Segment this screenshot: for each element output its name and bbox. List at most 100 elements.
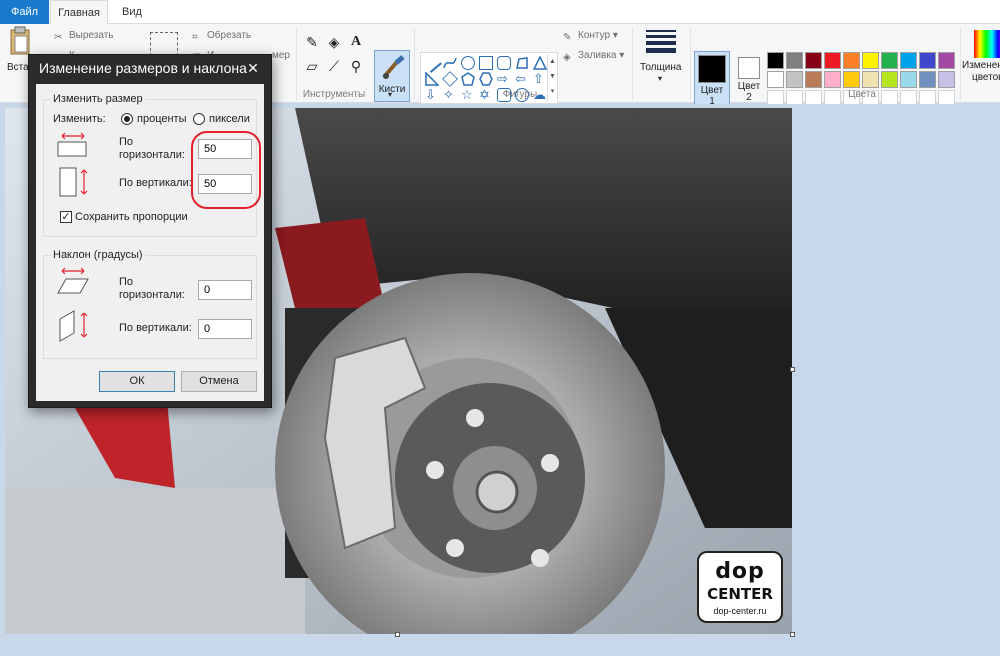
palette-color-swatch[interactable]	[805, 52, 822, 69]
brush-icon	[382, 55, 405, 79]
palette-color-swatch[interactable]	[919, 52, 936, 69]
color1-button[interactable]: Цвет 1	[694, 51, 730, 107]
crop-label: Обрезать	[207, 30, 252, 41]
percent-radio[interactable]	[121, 113, 133, 125]
palette-color-swatch[interactable]	[805, 71, 822, 88]
logo-text-center: CENTER	[707, 585, 773, 603]
pixels-label[interactable]: пиксели	[209, 113, 250, 125]
color2-swatch	[738, 57, 760, 79]
thickness-button[interactable]: Толщина ▾	[638, 26, 686, 102]
fill-icon: ◈	[563, 52, 571, 63]
pentagon-shape-icon[interactable]	[461, 72, 475, 86]
palette-color-swatch[interactable]	[900, 71, 917, 88]
watermark-logo: dop CENTER dop-center.ru	[697, 551, 783, 623]
resize-skew-dialog: Изменение размеров и наклона ✕ Изменить …	[28, 54, 272, 408]
logo-text-dop: dop	[715, 559, 765, 584]
tab-home[interactable]: Главная	[50, 0, 108, 25]
crop-button[interactable]: ⌗ Обрезать	[192, 28, 251, 44]
palette-color-swatch[interactable]	[938, 71, 955, 88]
crop-icon: ⌗	[192, 32, 198, 43]
ribbon-tab-bar: Файл Главная Вид	[0, 0, 1000, 25]
cut-button[interactable]: ✂ Вырезать	[54, 28, 113, 44]
chevron-down-icon[interactable]: ▾	[388, 90, 392, 99]
edit-colors-button[interactable]: Изменение цветов	[962, 26, 1000, 102]
magnifier-icon[interactable]: ⚲	[346, 56, 366, 76]
thickness-label: Толщина	[640, 62, 682, 73]
curve-shape-icon[interactable]	[443, 56, 457, 70]
palette-color-swatch[interactable]	[824, 71, 841, 88]
fill-button[interactable]: ◈ Заливка ▾	[563, 48, 624, 64]
palette-color-swatch[interactable]	[786, 71, 803, 88]
hexagon-shape-icon[interactable]	[479, 72, 493, 86]
color2-label-a: Цвет	[737, 81, 761, 92]
palette-color-swatch[interactable]	[843, 71, 860, 88]
palette-color-swatch[interactable]	[919, 71, 936, 88]
close-icon[interactable]: ✕	[241, 58, 265, 78]
palette-color-swatch[interactable]	[767, 52, 784, 69]
color2-button[interactable]: Цвет 2	[731, 51, 767, 107]
right-triangle-shape-icon[interactable]	[425, 71, 440, 86]
thickness-icon	[646, 30, 676, 53]
resize-handle-bottom[interactable]	[395, 632, 400, 637]
arrow-up-shape-icon[interactable]: ⇧	[533, 72, 547, 86]
pencil-icon[interactable]: ✎	[302, 32, 322, 52]
ok-button[interactable]: ОК	[99, 371, 175, 392]
palette-color-swatch[interactable]	[862, 71, 879, 88]
colors-group-label: Цвета	[848, 89, 876, 100]
paste-label: Вста	[7, 62, 29, 73]
arrow-left-shape-icon[interactable]: ⇦	[515, 72, 529, 86]
horizontal-skew-input[interactable]	[198, 280, 252, 300]
line-shape-icon[interactable]	[422, 53, 442, 73]
palette-color-swatch[interactable]	[824, 52, 841, 69]
triangle-shape-icon[interactable]	[532, 55, 548, 70]
divider	[960, 28, 961, 100]
pixels-radio[interactable]	[193, 113, 205, 125]
eraser-icon[interactable]: ▱	[302, 56, 322, 76]
dialog-body: Изменить размер Изменить: проценты пиксе…	[36, 84, 264, 401]
text-tool-icon[interactable]: A	[346, 32, 366, 52]
tab-file[interactable]: Файл	[0, 0, 49, 24]
divider	[296, 28, 297, 100]
resize-handle-corner[interactable]	[790, 632, 795, 637]
resize-handle-right[interactable]	[790, 367, 795, 372]
divider	[414, 28, 415, 100]
highlight-annotation	[191, 131, 261, 209]
percent-label[interactable]: проценты	[137, 113, 187, 125]
palette-color-swatch[interactable]	[900, 52, 917, 69]
outline-label: Контур	[578, 30, 611, 41]
palette-color-swatch[interactable]	[881, 71, 898, 88]
polygon-shape-icon[interactable]	[515, 56, 529, 70]
vertical-skew-icon	[59, 310, 88, 342]
oval-shape-icon[interactable]	[461, 56, 475, 70]
keep-ratio-checkbox[interactable]: ✓	[60, 211, 72, 223]
color-picker-icon[interactable]: ⟋	[324, 56, 344, 76]
fill-label: Заливка	[578, 50, 617, 61]
horizontal-resize-icon	[57, 132, 87, 157]
divider	[690, 28, 691, 100]
tab-view[interactable]: Вид	[112, 0, 152, 24]
palette-color-swatch[interactable]	[881, 52, 898, 69]
chevron-down-icon: ▾	[658, 74, 663, 83]
arrow-right-shape-icon[interactable]: ⇨	[497, 72, 511, 86]
horizontal-label-a: По	[119, 136, 134, 148]
cancel-button[interactable]: Отмена	[181, 371, 257, 392]
palette-color-swatch[interactable]	[786, 52, 803, 69]
resize-label-tail: мер	[272, 50, 290, 61]
logo-url: dop-center.ru	[713, 606, 767, 616]
palette-color-swatch[interactable]	[767, 71, 784, 88]
outline-button[interactable]: ✎ Контур ▾	[563, 28, 618, 44]
resize-group-label: Изменить размер	[51, 93, 145, 105]
select-button[interactable]	[150, 32, 178, 56]
cut-label: Вырезать	[69, 30, 114, 41]
diamond-shape-icon[interactable]	[442, 71, 458, 87]
keep-ratio-label[interactable]: Сохранить пропорции	[75, 211, 188, 223]
fill-bucket-icon[interactable]: ◈	[324, 32, 344, 52]
rectangle-shape-icon[interactable]	[479, 56, 493, 70]
rounded-rectangle-shape-icon[interactable]	[497, 56, 511, 70]
palette-color-swatch[interactable]	[938, 52, 955, 69]
vertical-skew-input[interactable]	[198, 319, 252, 339]
palette-color-swatch[interactable]	[843, 52, 860, 69]
dialog-title: Изменение размеров и наклона	[39, 60, 247, 76]
palette-color-swatch[interactable]	[862, 52, 879, 69]
color-wheel-icon	[974, 30, 1000, 58]
